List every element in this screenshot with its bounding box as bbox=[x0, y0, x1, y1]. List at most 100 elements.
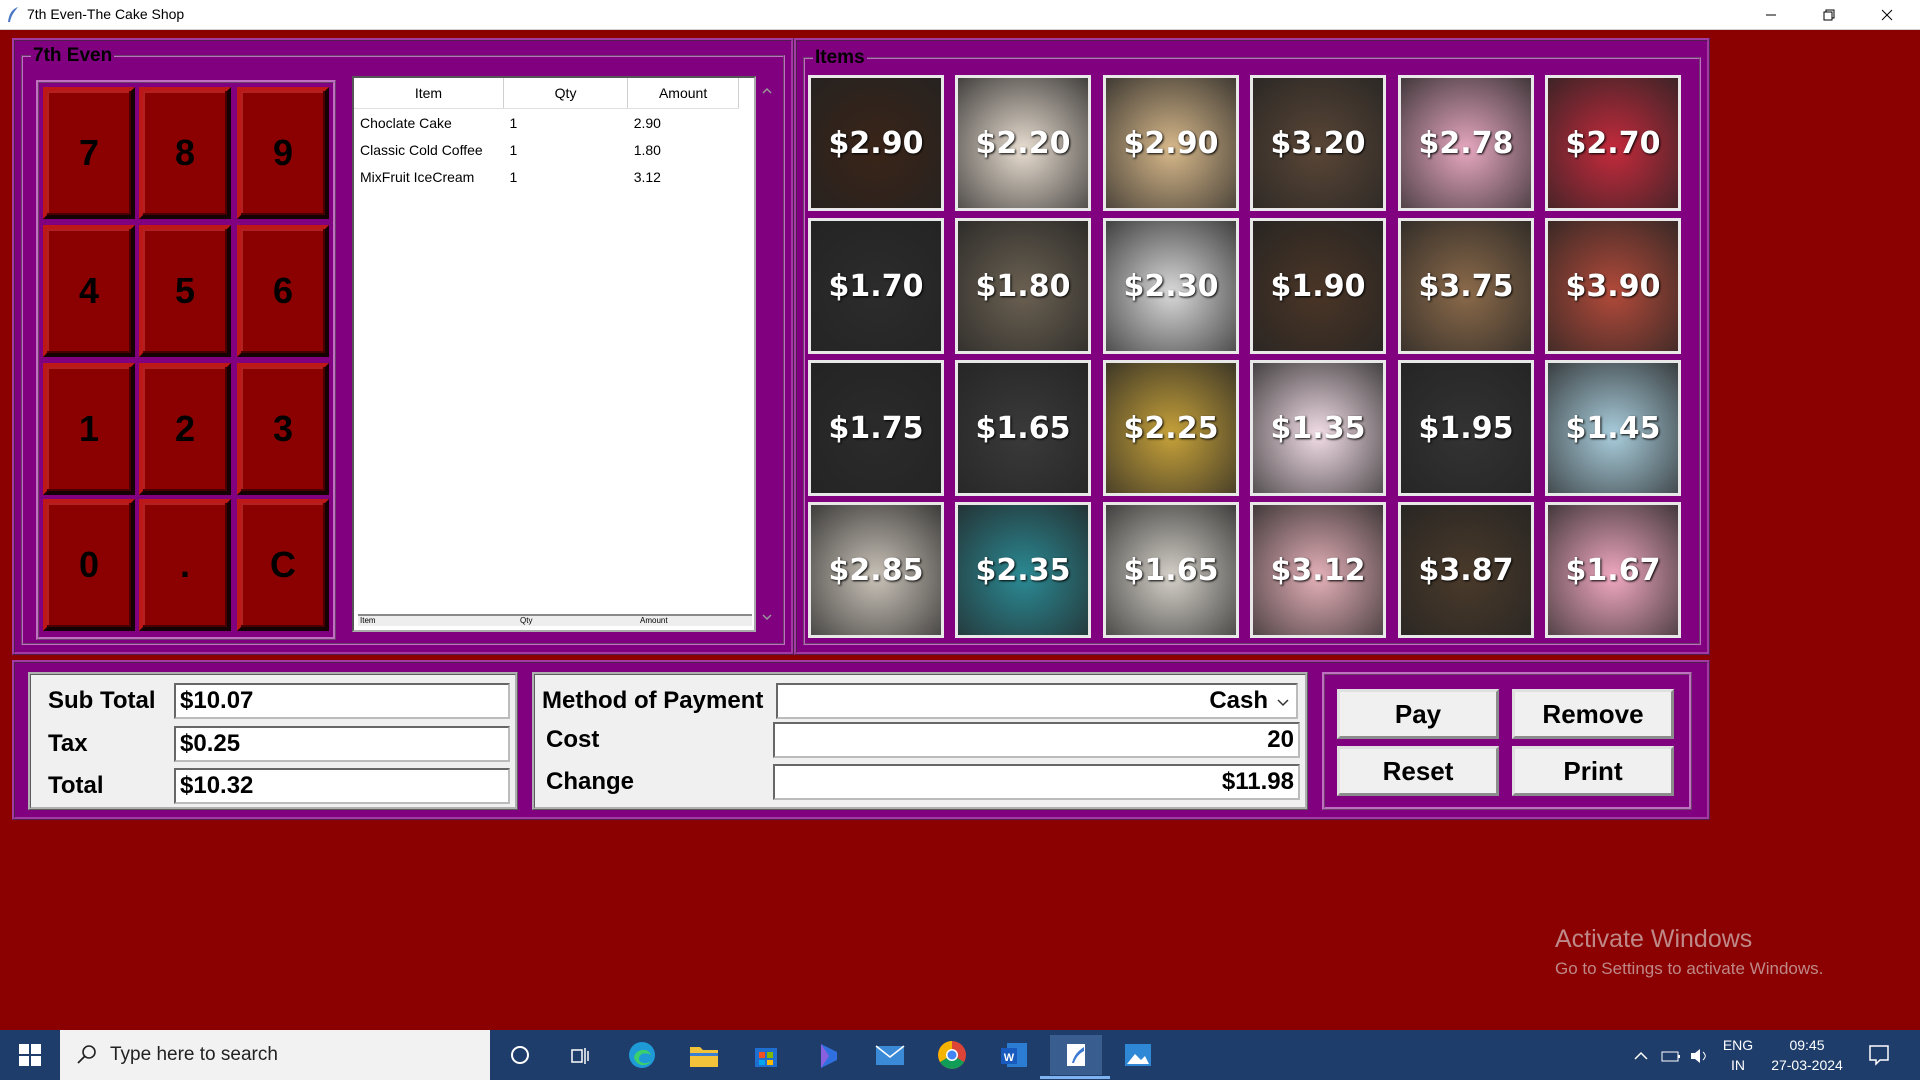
copilot-button[interactable] bbox=[802, 1035, 854, 1075]
edge-taskbar-button[interactable] bbox=[616, 1035, 668, 1075]
key-decimal[interactable]: . bbox=[139, 499, 231, 631]
key-1[interactable]: 1 bbox=[43, 363, 135, 495]
item-tile[interactable]: $1.65 bbox=[1103, 502, 1239, 638]
item-tile[interactable]: $1.45 bbox=[1545, 360, 1681, 496]
key-7[interactable]: 7 bbox=[43, 87, 135, 219]
item-tile[interactable]: $1.67 bbox=[1545, 502, 1681, 638]
word-button[interactable]: W bbox=[988, 1035, 1040, 1075]
file-explorer-button[interactable] bbox=[678, 1035, 730, 1075]
receipt-scrollbar[interactable] bbox=[758, 78, 776, 632]
clock-date: 27-03-2024 bbox=[1771, 1057, 1843, 1073]
taskbar-search[interactable]: Type here to search bbox=[60, 1030, 490, 1080]
photos-button[interactable] bbox=[1112, 1035, 1164, 1075]
item-price: $2.30 bbox=[1123, 268, 1219, 304]
battery-icon[interactable] bbox=[1661, 1048, 1681, 1064]
search-icon bbox=[77, 1045, 96, 1064]
notifications-icon[interactable] bbox=[1868, 1044, 1890, 1066]
row-qty: 1 bbox=[509, 168, 518, 185]
row-amount: 3.12 bbox=[633, 168, 661, 185]
item-tile[interactable]: $2.90 bbox=[808, 75, 944, 211]
key-4[interactable]: 4 bbox=[43, 225, 135, 357]
receipt-header-item[interactable]: Item bbox=[354, 78, 504, 109]
reset-button[interactable]: Reset bbox=[1337, 746, 1499, 796]
total-label: Total bbox=[48, 772, 104, 799]
item-tile[interactable]: $1.95 bbox=[1398, 360, 1534, 496]
chrome-icon bbox=[938, 1041, 966, 1069]
item-tile[interactable]: $2.90 bbox=[1103, 75, 1239, 211]
item-tile[interactable]: $1.65 bbox=[955, 360, 1091, 496]
close-button[interactable] bbox=[1858, 0, 1916, 29]
key-8[interactable]: 8 bbox=[139, 87, 231, 219]
item-tile[interactable]: $2.30 bbox=[1103, 218, 1239, 354]
close-icon bbox=[1881, 9, 1893, 20]
key-9[interactable]: 9 bbox=[237, 87, 329, 219]
item-tile[interactable]: $2.35 bbox=[955, 502, 1091, 638]
table-row[interactable]: Choclate Cake 1 2.90 bbox=[354, 109, 739, 137]
mail-button[interactable] bbox=[864, 1035, 916, 1075]
chevron-down-icon bbox=[1277, 699, 1289, 707]
task-view-button[interactable] bbox=[554, 1035, 606, 1075]
key-3[interactable]: 3 bbox=[237, 363, 329, 495]
region-code: IN bbox=[1731, 1057, 1745, 1073]
cortana-icon bbox=[511, 1046, 529, 1064]
cost-field[interactable]: 20 bbox=[773, 722, 1300, 758]
store-button[interactable] bbox=[740, 1035, 792, 1075]
item-tile[interactable]: $2.25 bbox=[1103, 360, 1239, 496]
language-indicator[interactable]: ENG IN bbox=[1718, 1035, 1758, 1075]
item-tile[interactable]: $1.80 bbox=[955, 218, 1091, 354]
speaker-icon[interactable] bbox=[1689, 1047, 1709, 1065]
minimize-button[interactable] bbox=[1742, 0, 1800, 29]
item-tile[interactable]: $1.75 bbox=[808, 360, 944, 496]
payment-method-select[interactable]: Cash bbox=[776, 683, 1298, 719]
item-tile[interactable]: $3.90 bbox=[1545, 218, 1681, 354]
tax-field[interactable]: $0.25 bbox=[174, 726, 510, 762]
cortana-button[interactable] bbox=[494, 1035, 546, 1075]
item-tile[interactable]: $3.20 bbox=[1250, 75, 1386, 211]
pay-button[interactable]: Pay bbox=[1337, 689, 1499, 739]
scroll-down-icon[interactable] bbox=[758, 608, 776, 626]
scroll-up-icon[interactable] bbox=[758, 82, 776, 100]
clock[interactable]: 09:45 27-03-2024 bbox=[1762, 1035, 1852, 1075]
chrome-button[interactable] bbox=[926, 1035, 978, 1075]
item-tile[interactable]: $3.87 bbox=[1398, 502, 1534, 638]
row-item: MixFruit IceCream bbox=[360, 168, 475, 185]
item-tile[interactable]: $1.70 bbox=[808, 218, 944, 354]
receipt-list[interactable]: Item Qty Amount Choclate Cake 1 2.90 Cla… bbox=[352, 76, 756, 632]
item-tile[interactable]: $3.75 bbox=[1398, 218, 1534, 354]
table-row[interactable]: MixFruit IceCream 1 3.12 bbox=[354, 163, 739, 190]
item-tile[interactable]: $2.70 bbox=[1545, 75, 1681, 211]
key-clear[interactable]: C bbox=[237, 499, 329, 631]
start-button[interactable] bbox=[0, 1030, 60, 1080]
key-0[interactable]: 0 bbox=[43, 499, 135, 631]
change-field[interactable]: $11.98 bbox=[773, 764, 1300, 800]
method-of-payment-label: Method of Payment bbox=[542, 687, 764, 714]
receipt-table: Item Qty Amount Choclate Cake 1 2.90 Cla… bbox=[354, 78, 739, 190]
key-2[interactable]: 2 bbox=[139, 363, 231, 495]
item-tile[interactable]: $1.35 bbox=[1250, 360, 1386, 496]
key-5[interactable]: 5 bbox=[139, 225, 231, 357]
row-amount: 2.90 bbox=[633, 114, 661, 131]
sub-total-field[interactable]: $10.07 bbox=[174, 683, 510, 719]
item-tile[interactable]: $1.90 bbox=[1250, 218, 1386, 354]
receipt-header-qty[interactable]: Qty bbox=[503, 78, 629, 109]
item-price: $1.67 bbox=[1565, 552, 1661, 588]
item-tile[interactable]: $2.85 bbox=[808, 502, 944, 638]
item-tile[interactable]: $3.12 bbox=[1250, 502, 1386, 638]
item-price: $3.87 bbox=[1418, 552, 1514, 588]
item-tile[interactable]: $2.20 bbox=[955, 75, 1091, 211]
receipt-header-amount[interactable]: Amount bbox=[627, 78, 739, 109]
key-6[interactable]: 6 bbox=[237, 225, 329, 357]
chevron-up-icon[interactable] bbox=[1633, 1048, 1649, 1064]
restore-button[interactable] bbox=[1800, 0, 1858, 29]
store-icon bbox=[755, 1048, 777, 1067]
word-icon: W bbox=[1001, 1043, 1027, 1067]
item-price: $2.90 bbox=[828, 125, 924, 161]
total-field[interactable]: $10.32 bbox=[174, 768, 510, 804]
remove-button[interactable]: Remove bbox=[1512, 689, 1674, 739]
python-app-button[interactable] bbox=[1050, 1035, 1102, 1075]
print-button[interactable]: Print bbox=[1512, 746, 1674, 796]
table-row[interactable]: Classic Cold Coffee 1 1.80 bbox=[354, 136, 739, 163]
item-tile[interactable]: $2.78 bbox=[1398, 75, 1534, 211]
title-bar: 7th Even-The Cake Shop bbox=[0, 0, 1920, 30]
language-code: ENG bbox=[1722, 1037, 1754, 1053]
